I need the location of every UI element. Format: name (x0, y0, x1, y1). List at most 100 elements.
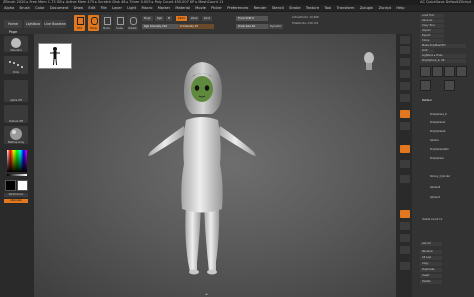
menu-item[interactable]: Macro (142, 5, 153, 11)
tab-home-page[interactable]: Home Page (4, 20, 22, 34)
goz-button[interactable]: GoZ (420, 49, 434, 53)
rgb-toggle[interactable]: Rgb (155, 16, 165, 21)
menu-item[interactable]: Brush (20, 5, 30, 11)
texture-slot[interactable]: Texture Off (4, 105, 28, 123)
menu-item[interactable]: Render (254, 5, 267, 11)
tool-thumb[interactable] (456, 66, 467, 77)
frame-button[interactable] (400, 210, 410, 218)
copy-tool-button[interactable]: Copy Tool (420, 24, 444, 28)
m-toggle[interactable]: M (166, 16, 173, 21)
lightbox-tools-button[interactable]: Lightbox ▸ Tools (420, 54, 466, 58)
duplicate-button[interactable]: Duplicate (420, 268, 442, 272)
move-button[interactable]: Move (101, 15, 112, 31)
load-tool-button[interactable]: Load Tool (420, 14, 444, 18)
secondary-color-swatch[interactable] (17, 180, 28, 191)
lsym-button[interactable] (400, 160, 410, 168)
camera-head-icon[interactable] (362, 50, 376, 72)
switch-color-button[interactable]: SwitchColor (4, 193, 28, 197)
menu-item[interactable]: Document (50, 5, 69, 11)
spix-button[interactable] (400, 46, 410, 54)
subtool-header[interactable]: Subtool (422, 99, 432, 102)
save-as-button[interactable]: Save As (420, 19, 444, 23)
main-color-swatch[interactable] (5, 180, 16, 191)
tab-live-boolean[interactable]: Live Boolean (44, 20, 66, 28)
scroll-button[interactable] (400, 58, 410, 66)
tool-thumb[interactable] (444, 66, 455, 77)
subtool-item[interactable]: Skinny_Cylinder (430, 175, 450, 178)
menu-item[interactable]: Alpha (4, 5, 14, 11)
menu-item[interactable]: Tool (324, 5, 331, 11)
zoom-button[interactable] (400, 70, 410, 78)
move-view-button[interactable] (400, 222, 410, 230)
draw-button[interactable]: Draw (88, 15, 99, 31)
menu-item[interactable]: Edit (88, 5, 95, 11)
menu-item[interactable]: Help (396, 5, 404, 11)
subtool-item[interactable]: Sphere (430, 139, 439, 142)
menu-item[interactable]: Zplugin (360, 5, 374, 11)
menu-item[interactable]: Preferences (227, 5, 248, 11)
aahalf-button[interactable] (400, 94, 410, 102)
zsub-toggle[interactable]: Zsub (189, 16, 200, 21)
floor-button[interactable] (400, 122, 410, 130)
tool-thumb[interactable] (420, 80, 431, 91)
persp-button[interactable] (400, 110, 410, 118)
subtool-item[interactable]: Sphere5 (430, 186, 440, 189)
tab-lightbox[interactable]: Lightbox (24, 20, 42, 28)
zoom3d-button[interactable] (400, 234, 410, 242)
rotate-button[interactable]: Rotate (127, 15, 138, 31)
menu-item[interactable]: Layer (112, 5, 122, 11)
clone-button[interactable]: Clone (420, 39, 444, 43)
list-all-button[interactable]: List All (420, 242, 442, 246)
menu-item[interactable]: Color (35, 5, 44, 11)
subtool-item[interactable]: PolySphere002 (430, 148, 449, 151)
export-button[interactable]: Export (420, 34, 444, 38)
menu-item[interactable]: Transform (337, 5, 355, 11)
menu-item[interactable]: Marker (158, 5, 170, 11)
subtool-item[interactable]: PolySphere4 (430, 130, 446, 133)
focal-shift-slider[interactable]: Focal Shift 0 (236, 16, 268, 21)
xyz-button[interactable] (400, 175, 410, 183)
stroke-slot[interactable]: Dots (4, 56, 28, 74)
menu-item[interactable]: Picker (211, 5, 222, 11)
bottom-tray-toggle[interactable]: ◂▸ (205, 292, 208, 296)
rgb-intensity-slider[interactable]: Rgb Intensity 100 (142, 24, 178, 29)
menu-item[interactable]: Light (127, 5, 136, 11)
alternate-button[interactable]: Alternate (4, 199, 28, 203)
subtool-item[interactable]: Sphere7 (430, 196, 440, 199)
scale-button[interactable]: Scale (114, 15, 125, 31)
local-button[interactable] (400, 145, 410, 153)
subtool-item[interactable]: PolySphere_6 (430, 113, 447, 116)
menu-item[interactable]: File (101, 5, 107, 11)
subtool-item[interactable]: PolySphere1 (430, 121, 446, 124)
menu-item[interactable]: Material (175, 5, 190, 11)
menu-item[interactable]: Zscript (379, 5, 391, 11)
edit-button[interactable]: Edit (74, 15, 85, 31)
menu-item[interactable]: Movie (195, 5, 206, 11)
actual-button[interactable] (400, 82, 410, 90)
color-picker[interactable] (7, 150, 27, 172)
tool-thumb[interactable] (444, 80, 455, 91)
transp-button[interactable] (400, 262, 410, 270)
import-button[interactable]: Import (420, 29, 444, 33)
alpha-slot[interactable]: Alpha Off (4, 80, 28, 102)
menu-item[interactable]: Texture (306, 5, 319, 11)
subtool-item[interactable]: PolySphere (430, 157, 444, 160)
bpr-button[interactable] (400, 36, 410, 44)
brush-slot[interactable]: Standard (4, 36, 28, 52)
delete-button[interactable]: Delete (420, 280, 442, 284)
character-model[interactable] (34, 34, 396, 297)
mrgb-toggle[interactable]: Mrgb (142, 16, 153, 21)
dynamic-toggle[interactable]: Dynamic (268, 24, 284, 29)
menu-item[interactable]: Stroke (289, 5, 300, 11)
menu-item[interactable]: Stencil (272, 5, 284, 11)
draw-size-slider[interactable]: Draw Size 64 (236, 24, 268, 29)
material-slot[interactable]: MatCap Gray (4, 126, 28, 144)
gradient-bar[interactable] (7, 174, 27, 176)
copy-button[interactable]: Copy (420, 262, 442, 266)
tool-thumb[interactable] (420, 66, 431, 77)
make-polymesh-button[interactable]: Make PolyMesh3D (420, 44, 466, 48)
menu-item[interactable]: Draw (74, 5, 83, 11)
z-intensity-slider[interactable]: Z Intensity 25 (178, 24, 214, 29)
zadd-toggle[interactable]: Zadd (176, 16, 187, 21)
rotate-view-button[interactable] (400, 246, 410, 254)
